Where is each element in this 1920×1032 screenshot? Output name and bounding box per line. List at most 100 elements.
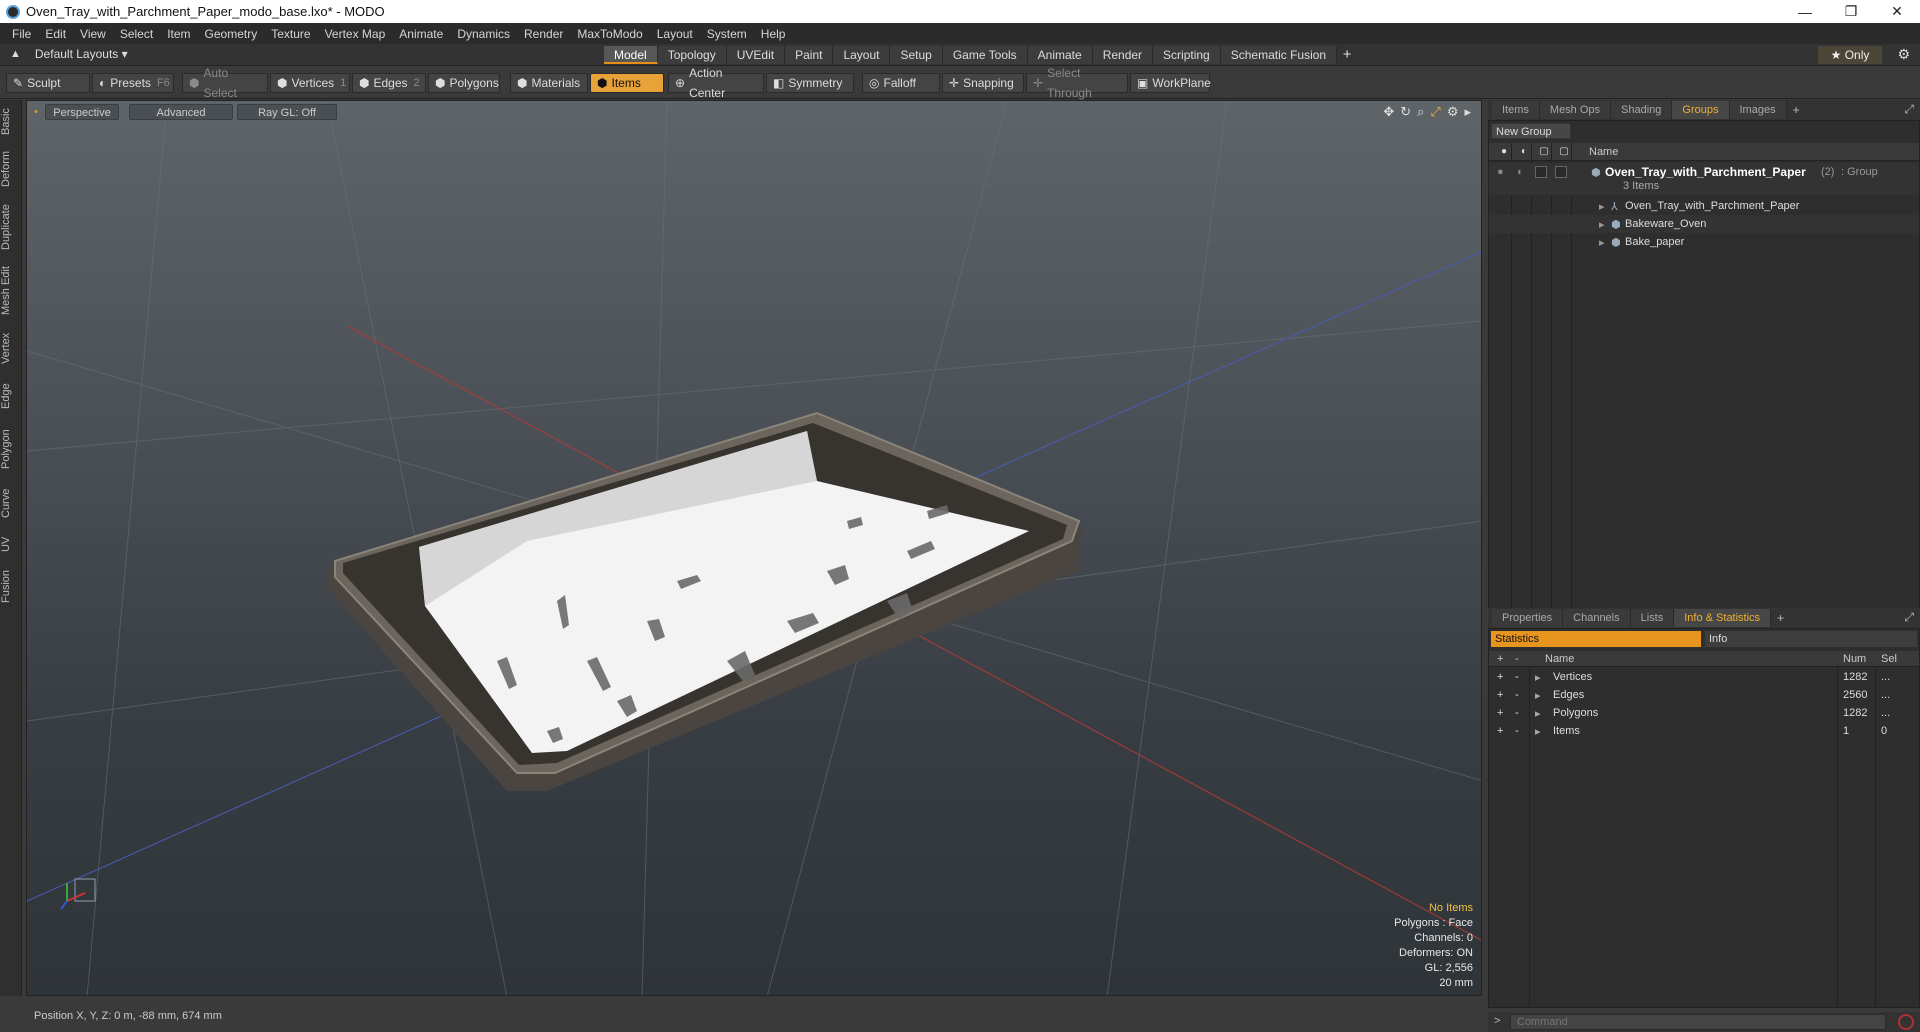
collapse-all-header[interactable]: - xyxy=(1515,653,1519,665)
menu-vertex-map[interactable]: Vertex Map xyxy=(325,27,386,41)
tab-channels[interactable]: Channels xyxy=(1563,609,1631,627)
name-column-header[interactable]: Name xyxy=(1589,146,1618,158)
tab-animate[interactable]: Animate xyxy=(1027,46,1093,64)
tab-layout[interactable]: Layout xyxy=(833,46,891,64)
layout-toggle-icon[interactable]: ▲ xyxy=(10,48,21,60)
left-tab-fusion[interactable]: Fusion xyxy=(0,564,22,608)
fit-icon[interactable]: ⤢ xyxy=(1430,104,1440,120)
render-toggle-icon[interactable]: ◐ xyxy=(1517,166,1524,178)
row-collapse-button[interactable]: - xyxy=(1515,671,1519,683)
gear-icon[interactable]: ⚙ xyxy=(1897,46,1910,63)
symmetry-button[interactable]: ◧ Symmetry xyxy=(766,73,854,93)
row-expand-button[interactable]: + xyxy=(1497,707,1503,719)
list-item[interactable]: ▸ ⬢ Bake_paper xyxy=(1489,233,1919,251)
tab-info-statistics[interactable]: Info & Statistics xyxy=(1674,609,1772,627)
view-type-button[interactable]: Perspective xyxy=(45,104,119,120)
viewport-menu-icon[interactable]: • xyxy=(31,104,41,120)
tab-render[interactable]: Render xyxy=(1092,46,1154,64)
left-tab-edge[interactable]: Edge xyxy=(0,376,22,416)
menu-geometry[interactable]: Geometry xyxy=(205,27,258,41)
list-item[interactable]: ▸ ⅄ Oven_Tray_with_Parchment_Paper xyxy=(1489,197,1919,215)
expand-arrow-icon[interactable]: ▸ xyxy=(1599,236,1605,249)
select-column-icon[interactable]: ▢ xyxy=(1557,145,1571,158)
row-expand-button[interactable]: + xyxy=(1497,689,1503,701)
render-column-icon[interactable]: ◐ xyxy=(1517,145,1531,158)
row-collapse-button[interactable]: - xyxy=(1515,707,1519,719)
menu-help[interactable]: Help xyxy=(761,27,786,41)
lock-column-icon[interactable]: ▢ xyxy=(1537,145,1551,158)
stat-sel-header[interactable]: Sel xyxy=(1881,653,1897,665)
menu-dynamics[interactable]: Dynamics xyxy=(457,27,510,41)
lock-checkbox[interactable] xyxy=(1535,166,1547,178)
left-tab-vertex[interactable]: Vertex xyxy=(0,326,22,370)
menu-item[interactable]: Item xyxy=(167,27,190,41)
menu-system[interactable]: System xyxy=(707,27,747,41)
tab-model[interactable]: Model xyxy=(604,46,658,64)
menu-animate[interactable]: Animate xyxy=(399,27,443,41)
expand-arrow-icon[interactable]: ▸ xyxy=(1599,218,1605,231)
menu-layout[interactable]: Layout xyxy=(657,27,693,41)
new-group-button[interactable]: New Group xyxy=(1491,123,1571,139)
menu-select[interactable]: Select xyxy=(120,27,153,41)
row-collapse-button[interactable]: - xyxy=(1515,689,1519,701)
row-expand-button[interactable]: + xyxy=(1497,725,1503,737)
action-center-button[interactable]: ⊕ Action Center xyxy=(668,66,764,100)
row-arrow-icon[interactable]: ▸ xyxy=(1535,689,1541,702)
tab-setup[interactable]: Setup xyxy=(890,46,943,64)
menu-texture[interactable]: Texture xyxy=(271,27,310,41)
viewport-settings-icon[interactable]: ⚙ xyxy=(1447,104,1459,120)
tab-scripting[interactable]: Scripting xyxy=(1153,46,1221,64)
auto-select-button[interactable]: ⬢ Auto Select xyxy=(182,66,268,100)
items-button[interactable]: ⬢ Items xyxy=(590,73,664,93)
layout-selector[interactable]: ▲ Default Layouts ▾ xyxy=(10,47,128,61)
tab-groups[interactable]: Groups xyxy=(1672,101,1730,119)
menu-render[interactable]: Render xyxy=(524,27,563,41)
table-row[interactable]: + - ▸ Polygons 1282 ... xyxy=(1489,705,1919,723)
falloff-button[interactable]: ◎ Falloff xyxy=(862,73,940,93)
panel-maximize-icon[interactable]: ⤢ xyxy=(1904,102,1914,117)
materials-button[interactable]: ⬢ Materials xyxy=(510,73,588,93)
row-expand-button[interactable]: + xyxy=(1497,671,1503,683)
command-input[interactable] xyxy=(1510,1014,1886,1030)
command-history-icon[interactable]: > xyxy=(1494,1015,1500,1027)
row-collapse-button[interactable]: - xyxy=(1515,725,1519,737)
only-toggle-button[interactable]: ★ Only xyxy=(1818,46,1882,64)
table-row[interactable]: + - ▸ Vertices 1282 ... xyxy=(1489,669,1919,687)
viewport-expand-icon[interactable]: ▸ xyxy=(1464,104,1471,120)
add-panel-tab-icon[interactable]: + xyxy=(1793,103,1800,117)
workplane-button[interactable]: ▣ WorkPlane xyxy=(1130,73,1211,93)
pan-icon[interactable]: ✥ xyxy=(1383,104,1394,120)
tab-topology[interactable]: Topology xyxy=(657,46,727,64)
tab-images[interactable]: Images xyxy=(1729,101,1787,119)
tab-lists[interactable]: Lists xyxy=(1630,609,1675,627)
subtab-info[interactable]: Info xyxy=(1705,631,1917,647)
subtab-statistics[interactable]: Statistics xyxy=(1491,631,1701,647)
menu-edit[interactable]: Edit xyxy=(45,27,66,41)
left-tab-polygon[interactable]: Polygon xyxy=(0,422,22,476)
snapping-button[interactable]: ✛ Snapping xyxy=(942,73,1024,93)
select-through-button[interactable]: ✛ Select Through xyxy=(1026,66,1128,100)
expand-all-header[interactable]: + xyxy=(1497,653,1503,665)
left-tab-duplicate[interactable]: Duplicate xyxy=(0,198,22,256)
tab-schematic-fusion[interactable]: Schematic Fusion xyxy=(1220,46,1338,64)
left-tab-deform[interactable]: Deform xyxy=(0,146,22,192)
visibility-column-icon[interactable]: ● xyxy=(1497,145,1511,158)
select-checkbox[interactable] xyxy=(1555,166,1567,178)
tab-game-tools[interactable]: Game Tools xyxy=(942,46,1028,64)
add-tab-icon[interactable]: + xyxy=(1337,46,1357,64)
row-arrow-icon[interactable]: ▸ xyxy=(1535,725,1541,738)
table-row[interactable]: + - ▸ Edges 2560 ... xyxy=(1489,687,1919,705)
close-icon[interactable]: ✕ xyxy=(1874,0,1920,23)
list-item[interactable]: ▸ ⬢ Bakeware_Oven xyxy=(1489,215,1919,233)
group-row[interactable]: ● ◐ ⬢ Oven_Tray_with_Parchment_Paper (2)… xyxy=(1489,163,1919,195)
row-arrow-icon[interactable]: ▸ xyxy=(1535,707,1541,720)
edges-button[interactable]: ⬢ Edges 2 xyxy=(352,73,426,93)
table-row[interactable]: + - ▸ Items 1 0 xyxy=(1489,723,1919,741)
minimize-icon[interactable]: — xyxy=(1782,0,1828,23)
tab-items[interactable]: Items xyxy=(1492,101,1540,119)
visibility-eye-icon[interactable]: ● xyxy=(1497,166,1504,178)
left-tab-mesh-edit[interactable]: Mesh Edit xyxy=(0,262,22,320)
orbit-icon[interactable]: ↻ xyxy=(1400,104,1411,120)
menu-file[interactable]: File xyxy=(12,27,31,41)
expand-arrow-icon[interactable]: ▸ xyxy=(1599,200,1605,213)
